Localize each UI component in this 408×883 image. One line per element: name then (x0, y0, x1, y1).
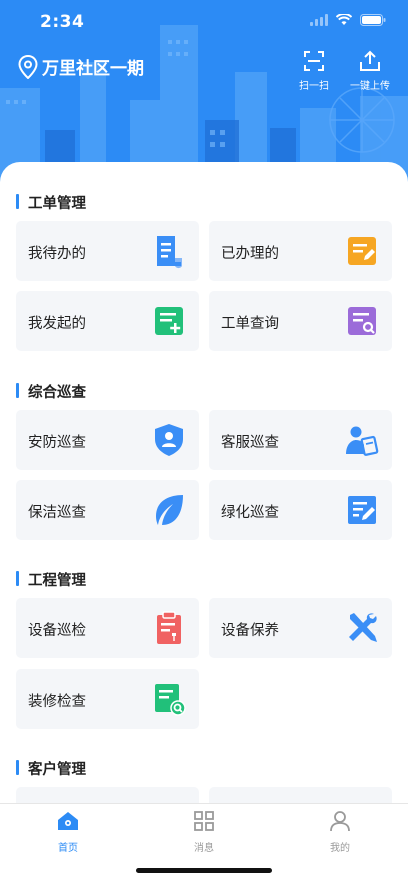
scan-button[interactable]: 扫一扫 (290, 50, 338, 92)
card-renovation-check[interactable]: 装修检查 (16, 669, 199, 729)
clipboard-wrench-icon (157, 611, 181, 644)
scan-icon (304, 51, 324, 71)
card-order-query[interactable]: 工单查询 (209, 291, 392, 351)
tab-messages[interactable]: 消息 (174, 810, 234, 854)
edit-document-icon (348, 237, 376, 265)
edit-note-icon (348, 496, 376, 524)
card-label: 设备保养 (221, 623, 279, 639)
customer-service-icon (346, 426, 379, 456)
card-processed[interactable]: 已办理的 (209, 221, 392, 281)
upload-label: 一键上传 (350, 81, 390, 92)
card-label: 保洁巡查 (28, 505, 86, 521)
home-indicator (136, 868, 272, 873)
section-title-engineering: 工程管理 (16, 569, 86, 590)
status-icons (310, 14, 386, 26)
status-time: 2:34 (40, 12, 85, 32)
card-my-todo[interactable]: 我待办的 (16, 221, 199, 281)
upload-button[interactable]: 一键上传 (346, 50, 394, 92)
main-content: 工单管理 我待办的 已办理的 我发起的 工单查询 综合巡查 安防巡查 客服巡查 … (0, 162, 408, 804)
location-pin-icon (18, 54, 38, 79)
leaf-icon (156, 495, 183, 525)
battery-icon (360, 14, 386, 26)
wifi-icon (336, 14, 352, 25)
card-security-patrol[interactable]: 安防巡查 (16, 410, 199, 470)
card-customer-partial-2[interactable] (209, 787, 392, 804)
section-title-inspection: 综合巡查 (16, 381, 86, 402)
card-label: 我待办的 (28, 246, 86, 262)
document-icon (157, 236, 182, 269)
community-selector[interactable]: 万里社区一期 (18, 54, 144, 79)
home-icon (58, 812, 78, 830)
card-label: 我发起的 (28, 316, 86, 332)
user-icon (330, 811, 350, 832)
tab-home[interactable]: 首页 (38, 810, 98, 854)
community-name: 万里社区一期 (42, 59, 144, 79)
section-title-work-orders: 工单管理 (16, 192, 86, 213)
card-label: 客服巡查 (221, 435, 279, 451)
card-equipment-inspection[interactable]: 设备巡检 (16, 598, 199, 658)
upload-icon (360, 50, 380, 71)
add-document-icon (155, 307, 183, 335)
grid-icon (194, 811, 214, 831)
signal-icon (310, 14, 328, 26)
card-label: 绿化巡查 (221, 505, 279, 521)
card-label: 设备巡检 (28, 623, 86, 639)
tab-mine-label: 我的 (330, 843, 350, 854)
card-equipment-maintenance[interactable]: 设备保养 (209, 598, 392, 658)
status-bar: 2:34 (0, 0, 408, 46)
search-document-icon (348, 307, 376, 335)
card-label: 安防巡查 (28, 435, 86, 451)
security-shield-icon (155, 424, 183, 456)
card-service-patrol[interactable]: 客服巡查 (209, 410, 392, 470)
scan-label: 扫一扫 (299, 81, 329, 92)
card-label: 工单查询 (221, 316, 279, 332)
tab-messages-label: 消息 (194, 843, 214, 854)
card-customer-partial-1[interactable] (16, 787, 199, 804)
tools-icon (349, 613, 377, 642)
section-title-customers: 客户管理 (16, 758, 86, 779)
card-greening-patrol[interactable]: 绿化巡查 (209, 480, 392, 540)
card-label: 已办理的 (221, 246, 279, 262)
inspection-icon (155, 684, 186, 716)
tab-home-label: 首页 (58, 843, 78, 854)
card-initiated[interactable]: 我发起的 (16, 291, 199, 351)
card-cleaning-patrol[interactable]: 保洁巡查 (16, 480, 199, 540)
card-label: 装修检查 (28, 694, 86, 710)
tab-mine[interactable]: 我的 (310, 810, 370, 854)
